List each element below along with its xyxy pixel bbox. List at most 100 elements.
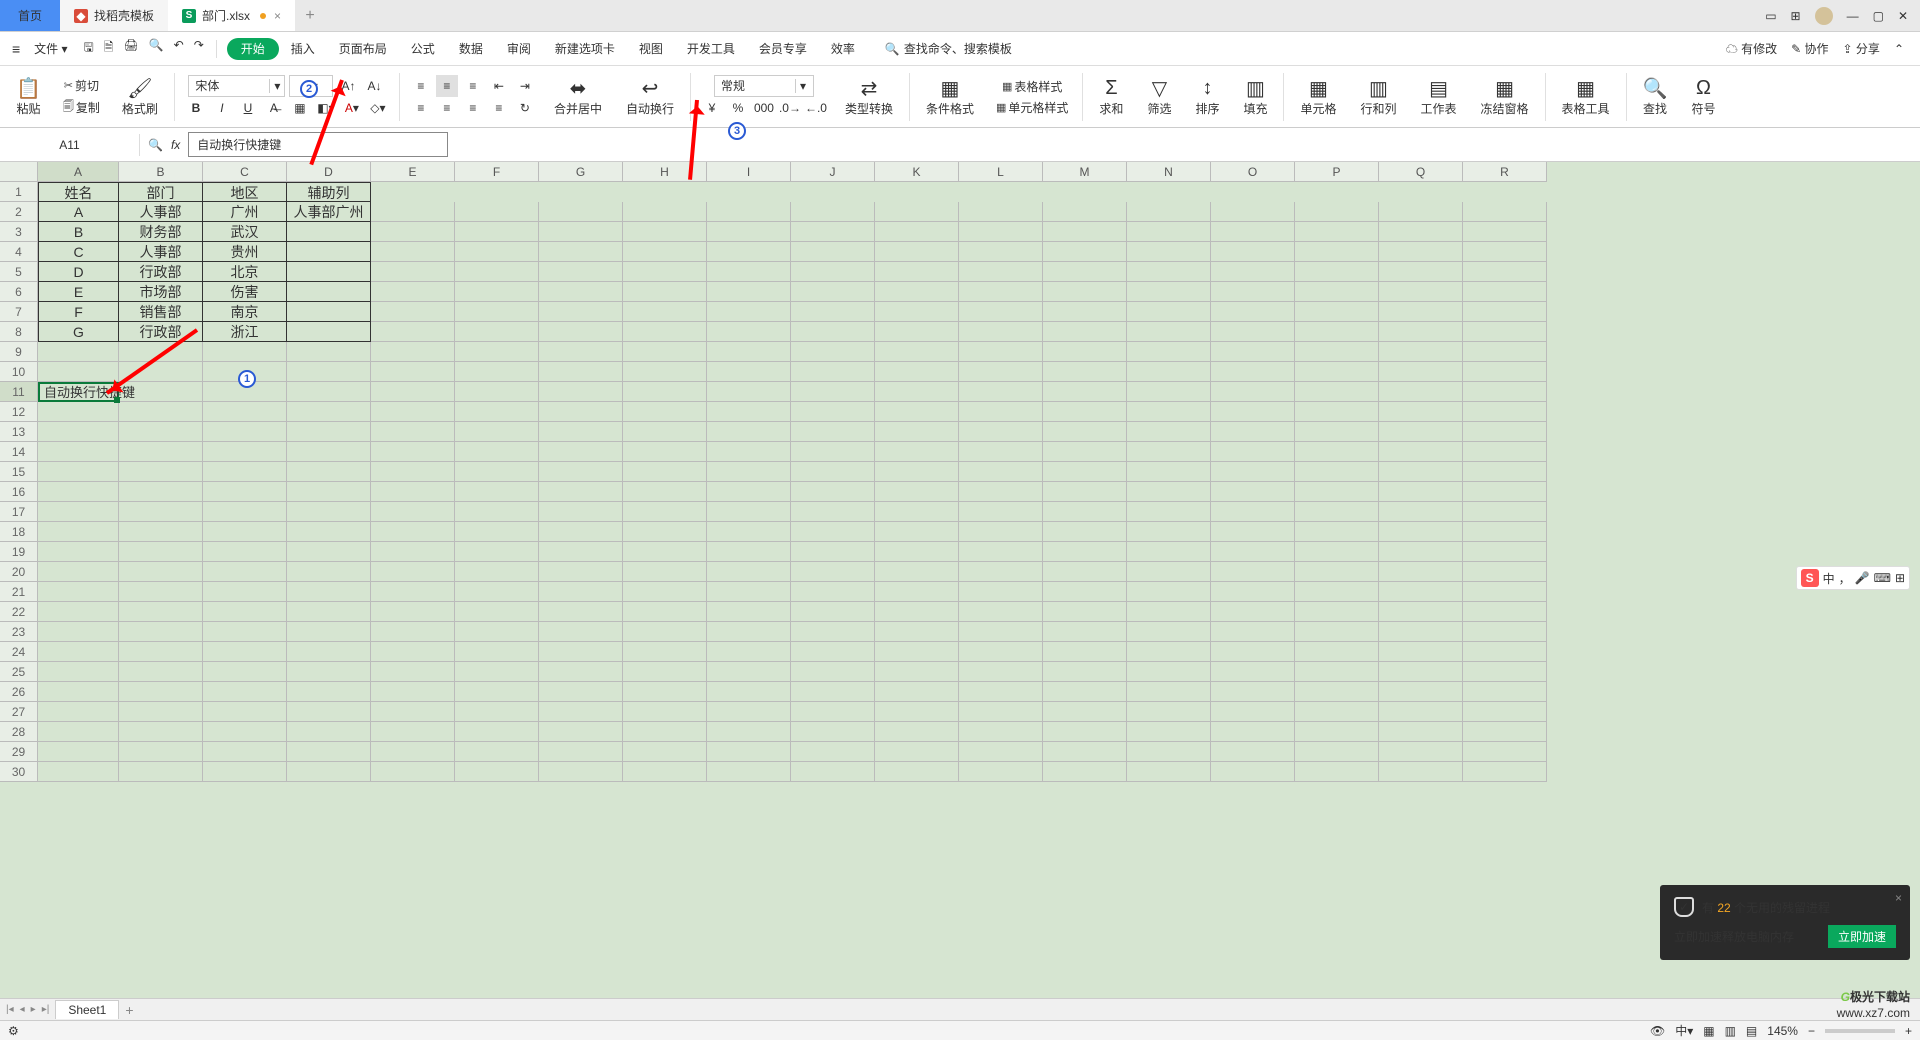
cell[interactable] (1379, 342, 1463, 362)
cell[interactable] (119, 342, 203, 362)
cell[interactable] (1211, 222, 1295, 242)
zoom-level[interactable]: 145% (1767, 1024, 1798, 1038)
cell[interactable] (875, 642, 959, 662)
cell[interactable] (371, 542, 455, 562)
cell[interactable] (455, 602, 539, 622)
window-close-icon[interactable]: ✕ (1898, 9, 1908, 23)
cell[interactable] (1379, 582, 1463, 602)
accelerate-button[interactable]: 立即加速 (1828, 925, 1896, 948)
merge-button[interactable]: ⬌合并居中 (548, 74, 608, 119)
cell[interactable] (119, 522, 203, 542)
cell[interactable] (1379, 262, 1463, 282)
cell[interactable] (791, 742, 875, 762)
cell[interactable] (707, 202, 791, 222)
cell[interactable] (791, 542, 875, 562)
cell[interactable] (539, 622, 623, 642)
cell[interactable] (203, 502, 287, 522)
strike-button[interactable]: A̶ (263, 97, 285, 119)
cell[interactable] (1295, 702, 1379, 722)
cell[interactable] (1379, 522, 1463, 542)
cell[interactable] (1295, 322, 1379, 342)
cell[interactable] (371, 762, 455, 782)
cell[interactable] (623, 442, 707, 462)
cell[interactable] (38, 502, 119, 522)
cell[interactable] (959, 282, 1043, 302)
cell[interactable] (287, 222, 371, 242)
cell[interactable] (38, 462, 119, 482)
cell[interactable] (1295, 502, 1379, 522)
cell[interactable] (875, 502, 959, 522)
cell[interactable] (1043, 362, 1127, 382)
cell[interactable] (1295, 582, 1379, 602)
qat-save-icon[interactable]: 🖫 (82, 36, 96, 61)
cell[interactable] (1127, 442, 1211, 462)
cell[interactable] (1463, 322, 1547, 342)
cell[interactable] (119, 482, 203, 502)
inc-decimal-icon[interactable]: .0→ (779, 97, 801, 119)
row-header[interactable]: 21 (0, 582, 38, 602)
cell[interactable] (1295, 382, 1379, 402)
cell[interactable] (371, 202, 455, 222)
row-header[interactable]: 1 (0, 182, 38, 202)
select-all-corner[interactable] (0, 162, 38, 182)
cell[interactable] (119, 442, 203, 462)
cell[interactable] (455, 762, 539, 782)
cell[interactable] (1295, 622, 1379, 642)
cell[interactable] (1463, 542, 1547, 562)
cell[interactable] (959, 222, 1043, 242)
tab-formula[interactable]: 公式 (399, 32, 447, 65)
cell[interactable] (38, 742, 119, 762)
cell[interactable] (707, 382, 791, 402)
cell[interactable] (1379, 702, 1463, 722)
cell[interactable] (1043, 322, 1127, 342)
cell[interactable] (1127, 402, 1211, 422)
tabletools-button[interactable]: ▦表格工具 (1556, 74, 1616, 119)
cell[interactable] (287, 682, 371, 702)
cell[interactable] (1211, 502, 1295, 522)
cell[interactable] (1127, 302, 1211, 322)
cell[interactable] (539, 422, 623, 442)
cell[interactable] (707, 542, 791, 562)
row-header[interactable]: 4 (0, 242, 38, 262)
cell[interactable] (371, 602, 455, 622)
cell[interactable] (1127, 242, 1211, 262)
cell[interactable] (38, 682, 119, 702)
row-header[interactable]: 23 (0, 622, 38, 642)
cell[interactable] (119, 742, 203, 762)
cell[interactable] (791, 722, 875, 742)
cell[interactable] (791, 662, 875, 682)
cell[interactable] (287, 422, 371, 442)
tab-data[interactable]: 数据 (447, 32, 495, 65)
cell[interactable] (371, 442, 455, 462)
command-search[interactable]: 🔍 查找命令、搜索模板 (885, 40, 1012, 57)
cell[interactable] (119, 382, 203, 402)
row-header[interactable]: 10 (0, 362, 38, 382)
ime-lang[interactable]: 中 (1823, 570, 1835, 587)
cell[interactable] (1211, 302, 1295, 322)
cell[interactable] (1295, 762, 1379, 782)
cell[interactable]: 广州 (203, 202, 287, 222)
cell[interactable] (875, 422, 959, 442)
cell[interactable] (1127, 462, 1211, 482)
cell[interactable] (539, 202, 623, 222)
indent-dec-icon[interactable]: ⇤ (488, 75, 510, 97)
qat-print-icon[interactable]: 🖨 (121, 36, 140, 61)
cell[interactable] (623, 362, 707, 382)
fill-button[interactable]: ▥填充 (1237, 74, 1273, 119)
cell[interactable] (38, 422, 119, 442)
cell[interactable] (623, 402, 707, 422)
cell[interactable] (287, 242, 371, 262)
cell[interactable] (875, 562, 959, 582)
cell[interactable] (119, 662, 203, 682)
cell[interactable] (1463, 242, 1547, 262)
zoom-in-icon[interactable]: + (1905, 1024, 1912, 1038)
cell[interactable] (1127, 262, 1211, 282)
cell[interactable] (875, 662, 959, 682)
cell[interactable] (959, 662, 1043, 682)
cell[interactable] (455, 402, 539, 422)
cell[interactable] (287, 522, 371, 542)
cell[interactable] (791, 242, 875, 262)
cell[interactable] (1379, 642, 1463, 662)
table-style-button[interactable]: ▦ 表格样式 (998, 76, 1066, 97)
cell[interactable] (1211, 382, 1295, 402)
